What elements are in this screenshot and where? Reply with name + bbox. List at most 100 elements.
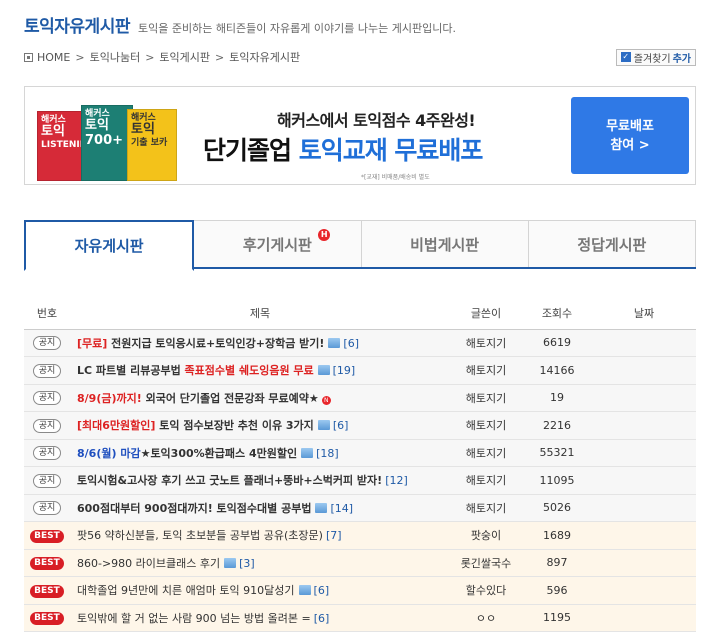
comment-count[interactable]: [12]: [385, 474, 408, 487]
comment-count[interactable]: [6]: [343, 337, 359, 350]
post-title-highlight: 8/6(월) 마감: [77, 446, 141, 460]
post-views: 1689: [522, 521, 592, 550]
column-header-views: 조회수: [522, 298, 592, 330]
post-title-cell[interactable]: 860->980 라이브클래스 후기 [3]: [70, 549, 450, 577]
post-views: 1195: [522, 604, 592, 632]
notice-badge: 공지: [32, 363, 62, 378]
promo-banner[interactable]: 해커스 토익 LISTENING 해커스 토익 700+ 해커스 토익 기출 보…: [24, 86, 696, 185]
page-description: 토익을 준비하는 해티즌들이 자유롭게 이야기를 나누는 게시판입니다.: [137, 22, 456, 35]
comment-count[interactable]: [6]: [333, 419, 349, 432]
image-attachment-icon: [317, 365, 330, 376]
breadcrumb-separator: >: [215, 50, 225, 64]
post-title-link[interactable]: 전원지급 토익응시료+토익인강+장학금 받기!: [107, 337, 324, 350]
post-author[interactable]: 해토지기: [450, 494, 522, 522]
breadcrumb-current[interactable]: 토익자유게시판: [229, 49, 300, 65]
post-date: [592, 384, 696, 412]
tab-free-board[interactable]: 자유게시판: [24, 220, 195, 271]
table-row[interactable]: 공지 LC 파트별 리뷰공부법 족표점수별 쉐도잉음원 무료 [19] 해토지기 141…: [24, 356, 696, 385]
book-covers-image: 해커스 토익 LISTENING 해커스 토익 700+ 해커스 토익 기출 보…: [37, 101, 197, 181]
post-date: [592, 494, 696, 522]
post-author[interactable]: 해토지기: [450, 329, 522, 357]
post-date: [592, 549, 696, 577]
column-header-date: 날짜: [592, 298, 696, 330]
post-title-link[interactable]: 토익시험&고사장 후기 쓰고 굿노트 플래너+뚱바+스벅커피 받자!: [77, 474, 382, 487]
book-cover: 해커스 토익 기출 보카: [127, 109, 177, 181]
free-distribution-button[interactable]: 무료배포 참여 >: [571, 97, 689, 174]
post-title-link[interactable]: ★토익300%환급패스 4만원할인: [141, 447, 298, 460]
banner-headline: 해커스에서 토익점수 4주완성!: [277, 111, 476, 130]
board-tabs: 자유게시판 후기게시판 H 비법게시판 정답게시판: [24, 220, 696, 271]
new-post-icon: N: [321, 395, 331, 405]
post-title-link[interactable]: 팟56 약하신분들, 토익 초보분들 공부법 공유(초장문): [77, 529, 323, 542]
page-title: 토익자유게시판: [24, 17, 130, 37]
add-favorite-button[interactable]: ✓ 즐겨찾기 추가: [615, 48, 696, 66]
post-title-link[interactable]: 600점대부터 900점대까지! 토익점수대별 공부법: [77, 502, 311, 515]
breadcrumb: HOME > 토익나눔터 > 토익게시판 > 토익자유게시판 ✓ 즐겨찾기 추가: [24, 48, 696, 66]
table-row[interactable]: BEST 팟56 약하신분들, 토익 초보분들 공부법 공유(초장문) [7] 팟숭이…: [24, 521, 696, 550]
table-row[interactable]: BEST 토익밖에 할 거 없는 사람 900 넘는 방법 올려본 = [6] ㅇㅇ 1…: [24, 604, 696, 632]
post-title-highlight: 족표점수별 쉐도잉음원 무료: [184, 364, 314, 378]
post-title-prefix: 8/9(금)까지!: [77, 391, 142, 405]
post-number-cell: BEST: [24, 549, 70, 577]
post-date: [592, 329, 696, 357]
post-title-link[interactable]: 860->980 라이브클래스 후기: [77, 557, 220, 570]
post-number-cell: BEST: [24, 521, 70, 550]
post-title-cell[interactable]: 8/6(월) 마감★토익300%환급패스 4만원할인 [18]: [70, 439, 450, 467]
breadcrumb-home[interactable]: HOME: [37, 51, 70, 64]
table-row[interactable]: 공지 [최대6만원할인] 토익 점수보장반 추천 이유 3가지 [6] 해토지기 221…: [24, 411, 696, 440]
table-row[interactable]: 공지 600점대부터 900점대까지! 토익점수대별 공부법 [14] 해토지기 502…: [24, 494, 696, 522]
post-title-cell[interactable]: 팟56 약하신분들, 토익 초보분들 공부법 공유(초장문) [7]: [70, 521, 450, 550]
table-row[interactable]: 공지 토익시험&고사장 후기 쓰고 굿노트 플래너+뚱바+스벅커피 받자! [12]…: [24, 466, 696, 495]
breadcrumb-toeic-share[interactable]: 토익나눔터: [90, 49, 141, 65]
hot-badge-icon: H: [318, 229, 331, 241]
post-title-cell[interactable]: 토익밖에 할 거 없는 사람 900 넘는 방법 올려본 = [6]: [70, 604, 450, 632]
notice-badge: 공지: [32, 501, 62, 516]
post-author[interactable]: 할수있다: [450, 576, 522, 605]
breadcrumb-separator: >: [75, 50, 85, 64]
post-views: 5026: [522, 494, 592, 522]
post-number-cell: 공지: [24, 411, 70, 440]
post-author[interactable]: ㅇㅇ: [450, 604, 522, 632]
comment-count[interactable]: [3]: [239, 557, 255, 570]
table-row[interactable]: BEST 860->980 라이브클래스 후기 [3] 롯긴쌀국수 897: [24, 549, 696, 577]
table-row[interactable]: 공지 [무료] 전원지급 토익응시료+토익인강+장학금 받기! [6] 해토지기 661…: [24, 329, 696, 357]
table-row[interactable]: 공지 8/6(월) 마감★토익300%환급패스 4만원할인 [18] 해토지기 5532…: [24, 439, 696, 467]
comment-count[interactable]: [6]: [314, 612, 330, 625]
tab-answers-board[interactable]: 정답게시판: [527, 220, 696, 267]
post-author[interactable]: 팟숭이: [450, 521, 522, 550]
post-author[interactable]: 해토지기: [450, 411, 522, 440]
favorite-label: 즐겨찾기: [633, 53, 671, 65]
post-title-cell[interactable]: 600점대부터 900점대까지! 토익점수대별 공부법 [14]: [70, 494, 450, 522]
post-title-cell[interactable]: 8/9(금)까지! 외국어 단기졸업 전문강좌 무료예약★ N: [70, 384, 450, 412]
comment-count[interactable]: [19]: [333, 364, 356, 377]
post-title-cell[interactable]: [최대6만원할인] 토익 점수보장반 추천 이유 3가지 [6]: [70, 411, 450, 440]
post-author[interactable]: 해토지기: [450, 466, 522, 495]
post-title-link[interactable]: 토익 점수보장반 추천 이유 3가지: [155, 419, 314, 432]
breadcrumb-separator: >: [145, 50, 155, 64]
post-title-cell[interactable]: 대학졸업 9년만에 치른 애엄마 토익 910달성기 [6]: [70, 576, 450, 605]
post-author[interactable]: 해토지기: [450, 439, 522, 467]
post-title-link[interactable]: LC 파트별 리뷰공부법: [77, 364, 185, 377]
post-title-cell[interactable]: 토익시험&고사장 후기 쓰고 굿노트 플래너+뚱바+스벅커피 받자! [12]: [70, 466, 450, 495]
home-icon: [24, 52, 33, 62]
post-title-link[interactable]: 토익밖에 할 거 없는 사람 900 넘는 방법 올려본 =: [77, 612, 311, 625]
comment-count[interactable]: [7]: [326, 529, 342, 542]
tab-review-board[interactable]: 후기게시판 H: [193, 220, 362, 267]
post-number-cell: 공지: [24, 439, 70, 467]
comment-count[interactable]: [6]: [314, 584, 330, 597]
comment-count[interactable]: [14]: [330, 502, 353, 515]
post-date: [592, 604, 696, 632]
table-row[interactable]: BEST 대학졸업 9년만에 치른 애엄마 토익 910달성기 [6] 할수있다 596: [24, 576, 696, 605]
breadcrumb-toeic-board[interactable]: 토익게시판: [159, 49, 210, 65]
post-title-cell[interactable]: LC 파트별 리뷰공부법 족표점수별 쉐도잉음원 무료 [19]: [70, 356, 450, 385]
table-row[interactable]: 공지 8/9(금)까지! 외국어 단기졸업 전문강좌 무료예약★ N 해토지기 19: [24, 384, 696, 412]
tab-tips-board[interactable]: 비법게시판: [360, 220, 529, 267]
post-title-cell[interactable]: [무료] 전원지급 토익응시료+토익인강+장학금 받기! [6]: [70, 329, 450, 357]
post-author[interactable]: 해토지기: [450, 384, 522, 412]
post-title-link[interactable]: 외국어 단기졸업 전문강좌 무료예약★: [142, 392, 319, 405]
post-views: 14166: [522, 356, 592, 385]
post-author[interactable]: 롯긴쌀국수: [450, 549, 522, 577]
post-author[interactable]: 해토지기: [450, 356, 522, 385]
comment-count[interactable]: [18]: [316, 447, 339, 460]
post-title-link[interactable]: 대학졸업 9년만에 치른 애엄마 토익 910달성기: [77, 584, 295, 597]
